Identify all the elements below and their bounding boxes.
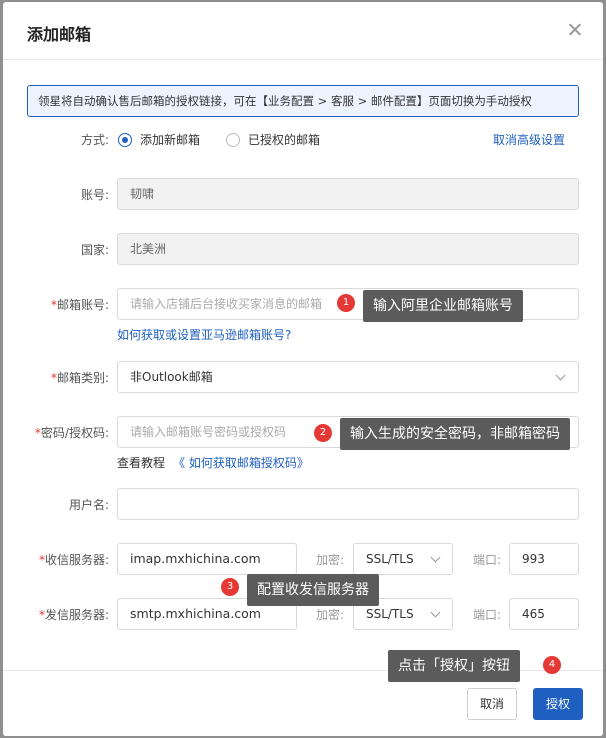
password-label: *密码/授权码:	[34, 426, 109, 440]
outgoing-port-label: 端口:	[473, 608, 502, 622]
callout-badge-3: 3	[221, 578, 239, 596]
radio-authorized-mailbox[interactable]	[226, 133, 240, 147]
close-icon[interactable]	[565, 20, 585, 40]
callout-badge-1: 1	[337, 294, 355, 312]
email-account-label: *邮箱账号:	[50, 298, 109, 312]
username-input[interactable]	[117, 488, 579, 520]
outgoing-server-label: *发信服务器:	[38, 608, 109, 622]
incoming-server-label: *收信服务器:	[38, 553, 109, 567]
email-account-help-link[interactable]: 如何获取或设置亚马逊邮箱账号?	[117, 326, 291, 343]
country-field: 北美洲	[117, 233, 579, 265]
radio-new-mailbox-label[interactable]: 添加新邮箱	[140, 131, 200, 148]
dialog-header: 添加邮箱	[3, 2, 603, 60]
email-type-select[interactable]: 非Outlook邮箱	[117, 361, 579, 393]
username-label: 用户名:	[68, 498, 109, 512]
tutorial-prefix: 查看教程	[117, 456, 166, 470]
radio-authorized-mailbox-label[interactable]: 已授权的邮箱	[248, 131, 320, 148]
callout-badge-4: 4	[543, 656, 561, 674]
callout-tip-1: 输入阿里企业邮箱账号	[363, 290, 523, 322]
authorize-button[interactable]: 授权	[533, 688, 583, 720]
incoming-port-input[interactable]: 993	[509, 543, 579, 575]
callout-badge-2: 2	[314, 424, 332, 442]
account-field: 韧啸	[117, 178, 579, 210]
dialog-title: 添加邮箱	[27, 25, 92, 44]
incoming-encrypt-label: 加密:	[316, 553, 345, 567]
account-label: 账号:	[80, 188, 109, 202]
auth-code-tutorial-link[interactable]: 《 如何获取邮箱授权码》	[173, 454, 309, 471]
outgoing-encrypt-label: 加密:	[316, 608, 345, 622]
callout-tip-3: 配置收发信服务器	[247, 574, 379, 606]
auto-authorize-notice: 领星将自动确认售后邮箱的授权链接，可在【业务配置 > 客服 > 邮件配置】页面切…	[27, 85, 579, 117]
mode-label: 方式:	[80, 133, 109, 147]
incoming-port-label: 端口:	[473, 553, 502, 567]
cancel-advanced-settings-link[interactable]: 取消高级设置	[493, 131, 565, 148]
email-type-label: *邮箱类别:	[50, 371, 109, 385]
country-label: 国家:	[80, 243, 109, 257]
add-mailbox-dialog: 添加邮箱 领星将自动确认售后邮箱的授权链接，可在【业务配置 > 客服 > 邮件配…	[3, 2, 603, 736]
radio-new-mailbox[interactable]	[118, 133, 132, 147]
callout-tip-4: 点击「授权」按钮	[388, 650, 520, 682]
callout-tip-2: 输入生成的安全密码，非邮箱密码	[340, 418, 570, 450]
outgoing-port-input[interactable]: 465	[509, 598, 579, 630]
incoming-server-input[interactable]: imap.mxhichina.com	[117, 543, 297, 575]
cancel-button[interactable]: 取消	[467, 688, 517, 720]
